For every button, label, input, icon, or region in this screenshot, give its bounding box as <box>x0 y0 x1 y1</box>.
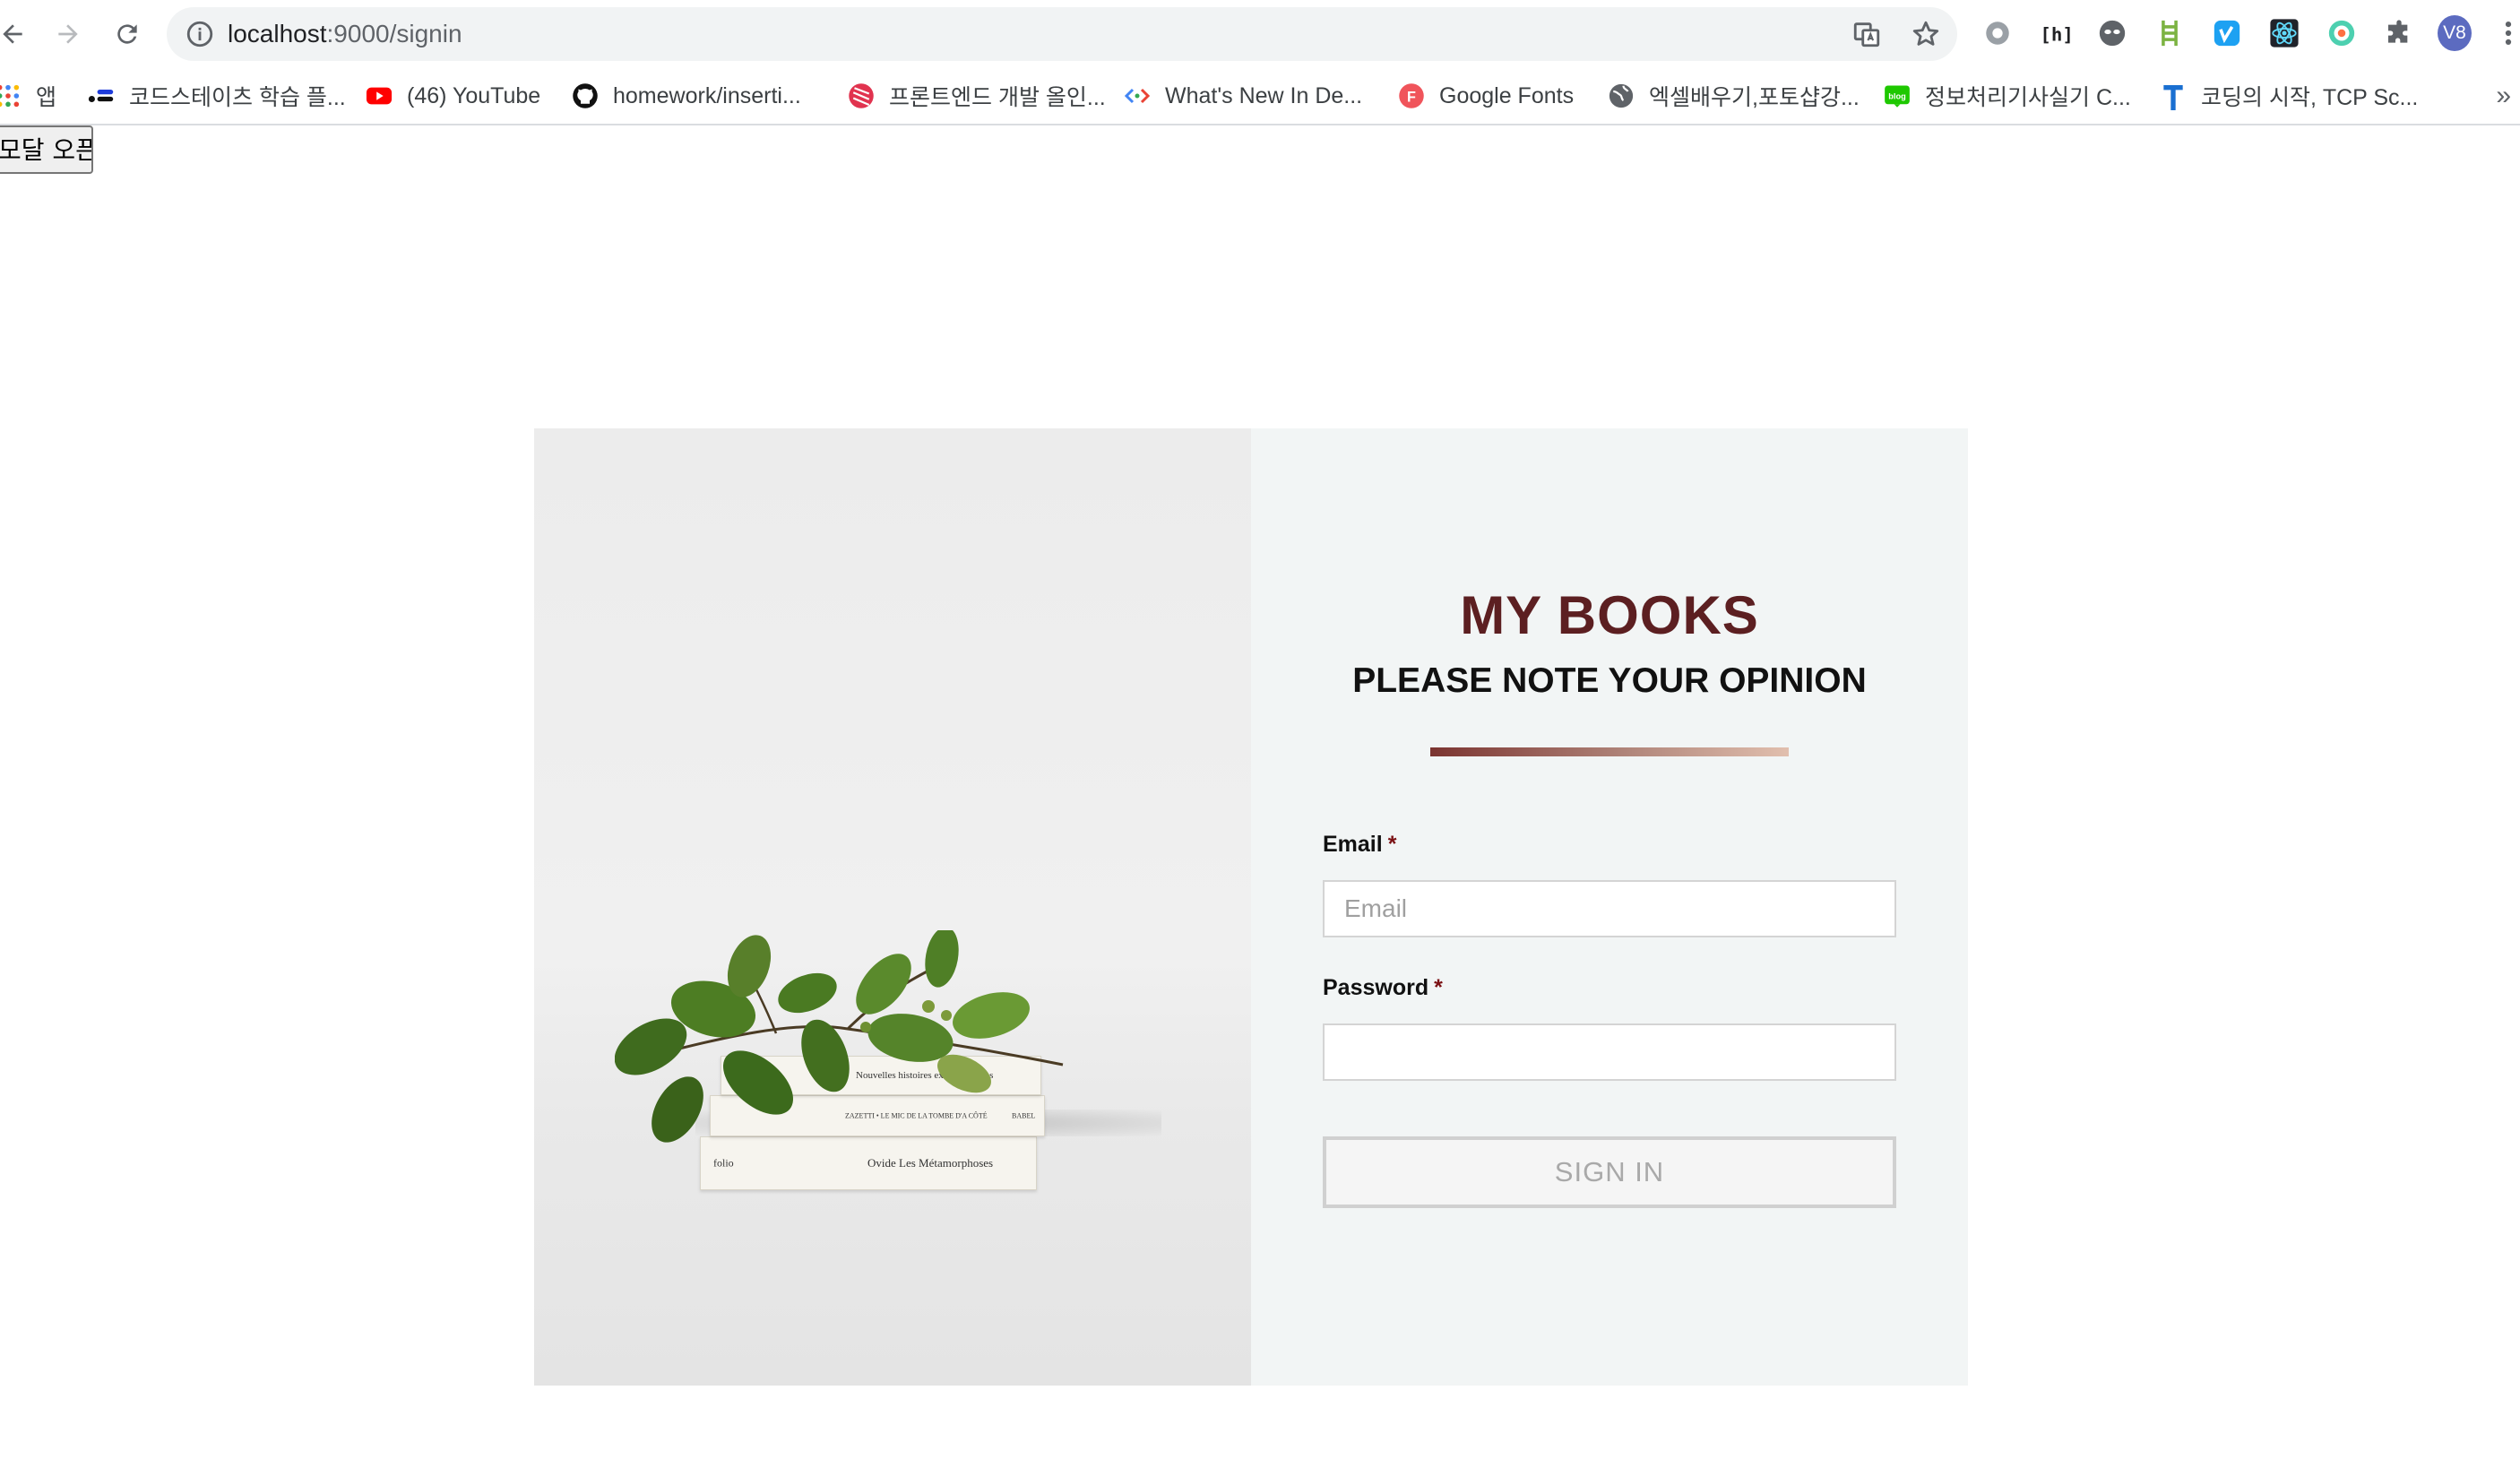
address-bar[interactable]: localhost:9000/signin <box>167 7 1957 61</box>
bookmark-label: 정보처리기사실기 C... <box>1925 85 2131 110</box>
modal-open-button[interactable]: 모달 오픈 <box>0 125 93 174</box>
profile-avatar[interactable]: V8 <box>2438 15 2472 51</box>
bookmark-item[interactable]: 프론트엔드 개발 올인... <box>848 68 1106 124</box>
apps-grid-icon <box>0 82 22 109</box>
bookmark-label: (46) YouTube <box>407 82 541 108</box>
bookmark-item[interactable]: 앱 <box>0 68 56 124</box>
plant-branch-illustration <box>615 930 1064 1143</box>
page-title: MY BOOKS <box>1460 585 1759 645</box>
google-fonts-icon: F <box>1398 82 1425 109</box>
signin-button[interactable]: SIGN IN <box>1323 1136 1896 1208</box>
bookmark-label: 프론트엔드 개발 올인... <box>889 85 1106 110</box>
bookmark-item[interactable]: 엑셀배우기,포토샵강... <box>1608 68 1860 124</box>
bookmarks-overflow-button[interactable]: » <box>2496 68 2511 124</box>
bookmark-label: What's New In De... <box>1165 82 1363 108</box>
blog-icon: blog <box>1884 82 1911 109</box>
svg-text:F: F <box>1407 89 1416 105</box>
back-icon[interactable] <box>0 13 34 56</box>
page-subtitle: PLEASE NOTE YOUR OPINION <box>1352 661 1867 700</box>
browser-toolbar: localhost:9000/signin [h] V8 <box>0 0 2520 68</box>
bookmark-item[interactable]: 코딩의 시작, TCP Sc... <box>2160 68 2418 124</box>
react-devtools-icon[interactable] <box>2267 16 2301 50</box>
forward-icon[interactable] <box>47 13 90 56</box>
bookmark-star-icon[interactable] <box>1911 19 1941 49</box>
profile-initials: V8 <box>2438 15 2472 51</box>
password-field[interactable] <box>1323 1023 1896 1081</box>
signin-form-panel: MY BOOKS PLEASE NOTE YOUR OPINION Email *… <box>1251 428 1968 1386</box>
ladder-extension-icon[interactable] <box>2153 16 2187 50</box>
github-icon <box>572 82 599 109</box>
title-divider <box>1430 747 1789 756</box>
url-text: localhost:9000/signin <box>228 7 462 61</box>
bookmarks-bar: 앱 코드스테이츠 학습 플... (46) YouTube homework/i… <box>0 68 2520 125</box>
url-path: :9000/signin <box>326 20 462 47</box>
codestates-icon <box>88 82 115 109</box>
extensions-puzzle-icon[interactable] <box>2382 16 2416 50</box>
svg-text:[h]: [h] <box>2040 23 2071 45</box>
browser-menu-icon[interactable] <box>2491 16 2520 50</box>
bookmark-label: homework/inserti... <box>613 82 801 108</box>
bookmark-item[interactable]: blog 정보처리기사실기 C... <box>1884 68 2131 124</box>
site-info-icon[interactable] <box>185 19 215 49</box>
bookmark-label: 앱 <box>36 85 57 110</box>
bookmark-label: Google Fonts <box>1439 82 1575 108</box>
books-plant-image: folio Ovide Les Métamorphoses ZAZETTI • … <box>534 428 1251 1386</box>
color-picker-extension-icon[interactable] <box>2325 16 2359 50</box>
bookmark-label: 코딩의 시작, TCP Sc... <box>2201 85 2419 110</box>
signin-card: folio Ovide Les Métamorphoses ZAZETTI • … <box>534 428 1968 1386</box>
required-mark: * <box>1434 975 1443 1000</box>
reload-icon[interactable] <box>106 13 149 56</box>
youtube-icon <box>366 82 393 109</box>
bookmark-item[interactable]: (46) YouTube <box>366 68 540 124</box>
svg-text:blog: blog <box>1888 91 1906 100</box>
translate-icon[interactable] <box>1851 19 1882 49</box>
bookmark-item[interactable]: F Google Fonts <box>1398 68 1574 124</box>
globe-icon <box>1608 82 1635 109</box>
bookmark-site-icon <box>848 82 875 109</box>
bookmark-item[interactable]: What's New In De... <box>1124 68 1362 124</box>
email-label: Email * <box>1323 832 1396 858</box>
tcp-school-icon <box>2160 82 2187 110</box>
bookmark-label: 엑셀배우기,포토샵강... <box>1649 85 1860 110</box>
email-label-text: Email <box>1323 832 1383 857</box>
url-host: localhost <box>228 20 327 47</box>
settings-extension-icon[interactable] <box>1981 16 2015 50</box>
devtools-icon <box>1124 82 1151 109</box>
bookmark-item[interactable]: 코드스테이츠 학습 플... <box>88 68 346 124</box>
mask-extension-icon[interactable] <box>2095 16 2129 50</box>
bookmark-label: 코드스테이츠 학습 플... <box>129 85 346 110</box>
required-mark: * <box>1387 832 1397 857</box>
email-field[interactable] <box>1323 880 1896 937</box>
password-label-text: Password <box>1323 975 1429 1000</box>
html-validator-icon[interactable]: [h] <box>2038 16 2072 50</box>
bookmark-item[interactable]: homework/inserti... <box>572 68 801 124</box>
vimeo-extension-icon[interactable] <box>2210 16 2244 50</box>
password-label: Password * <box>1323 975 1443 1001</box>
